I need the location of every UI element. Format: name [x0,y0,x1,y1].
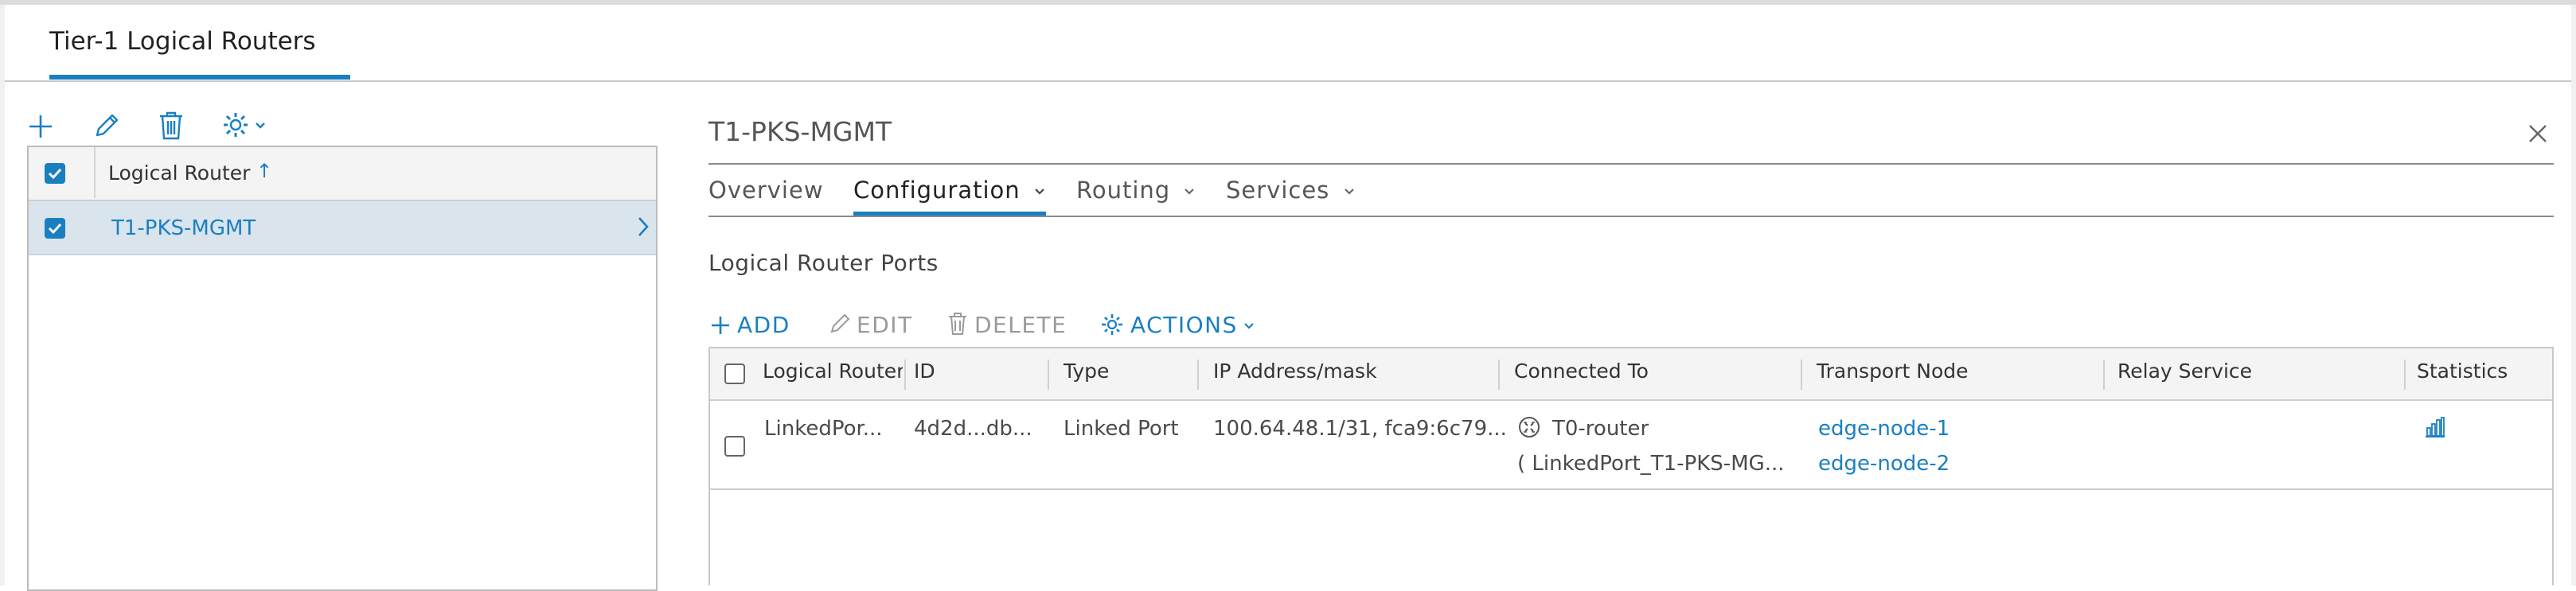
port-id: 4d2d...db... [914,417,1032,441]
logical-router-column-header[interactable]: Logical Router [108,161,250,185]
checkmark-icon [48,223,62,235]
edit-router-button[interactable] [92,111,121,140]
tab-routing[interactable]: Routing [1076,177,1196,204]
column-header-connected-to[interactable]: Connected To [1514,360,1649,383]
column-separator [94,147,96,198]
actions-menu-button[interactable]: ACTIONS [1100,312,1255,338]
page-title-underline [49,75,350,80]
actions-label: ACTIONS [1130,312,1238,338]
tab-overview[interactable]: Overview [708,177,824,204]
connected-port: ( LinkedPort_T1-PKS-MG... [1517,452,1785,476]
port-name: LinkedPor... [764,417,883,441]
router-row[interactable]: T1-PKS-MGMT [29,201,656,255]
left-border [0,5,5,585]
trash-icon [160,111,182,140]
router-list-grid: Logical Router ↑ T1-PKS-MGMT [27,146,658,591]
router-icon [1517,415,1541,439]
detail-title: T1-PKS-MGMT [708,116,892,147]
row-checkbox[interactable] [724,436,745,457]
row-checkbox[interactable] [45,218,65,239]
column-header-relay-service[interactable]: Relay Service [2117,360,2252,383]
gear-icon [1102,314,1122,335]
bar-chart-icon[interactable] [2423,415,2447,439]
column-separator [904,360,906,390]
connected-router: T0-router [1552,417,1649,441]
column-header-transport-node[interactable]: Transport Node [1817,360,1969,383]
router-list-header: Logical Router ↑ [29,147,656,201]
chevron-down-icon [1185,189,1195,195]
tab-configuration[interactable]: Configuration [853,177,1046,204]
settings-menu-button[interactable] [221,111,272,139]
select-all-ports-checkbox[interactable] [724,364,745,384]
column-separator [2103,360,2105,390]
top-border [0,0,2576,5]
column-separator [2404,360,2406,390]
gear-icon [224,113,265,137]
chevron-down-icon [1344,189,1354,195]
delete-port-button[interactable]: DELETE [947,312,1067,338]
sort-ascending-icon[interactable]: ↑ [256,160,272,182]
table-row[interactable]: LinkedPor... 4d2d...db... Linked Port 10… [710,401,2552,490]
column-header-id[interactable]: ID [914,360,935,383]
chevron-down-icon [1244,323,1254,329]
tab-services-label: Services [1226,177,1330,204]
delete-router-button[interactable] [158,111,185,141]
chevron-right-icon[interactable] [635,214,651,239]
detail-title-divider [708,163,2554,165]
delete-port-label: DELETE [974,312,1067,338]
column-header-type[interactable]: Type [1064,360,1109,383]
checkmark-icon [48,168,62,180]
pencil-icon [830,313,850,333]
select-all-checkbox[interactable] [45,163,65,184]
column-separator [1048,360,1049,390]
port-ip: 100.64.48.1/31, fca9:6c79... [1213,417,1507,441]
column-separator [1197,360,1199,390]
tab-configuration-label: Configuration [853,177,1021,204]
router-name[interactable]: T1-PKS-MGMT [111,216,256,240]
right-border [2571,5,2576,585]
add-port-label: ADD [737,312,790,338]
column-separator [1801,360,1802,390]
tabs-divider [708,216,2554,217]
column-header-statistics[interactable]: Statistics [2417,360,2508,383]
ports-grid-header: Logical Router ID Type IP Address/mask C… [710,348,2552,401]
column-header-ip[interactable]: IP Address/mask [1213,360,1377,383]
transport-node-link[interactable]: edge-node-1 [1818,417,1950,441]
add-router-button[interactable] [27,113,54,140]
port-type: Linked Port [1064,417,1179,441]
ports-grid: Logical Router ID Type IP Address/mask C… [708,347,2554,585]
trash-icon [949,313,966,335]
section-title: Logical Router Ports [708,250,939,276]
pencil-icon [96,114,119,137]
transport-node-link[interactable]: edge-node-2 [1818,452,1950,476]
edit-port-button[interactable]: EDIT [828,312,913,338]
add-port-button[interactable]: ADD [710,312,790,338]
chevron-down-icon [1035,189,1044,195]
page-title[interactable]: Tier-1 Logical Routers [49,27,316,56]
close-icon[interactable] [2527,122,2549,145]
column-separator [1498,360,1500,390]
tab-services[interactable]: Services [1226,177,1356,204]
tab-routing-label: Routing [1076,177,1171,204]
header-divider [5,80,2571,82]
plus-icon [29,115,52,138]
edit-port-label: EDIT [857,312,913,338]
plus-icon [712,317,729,334]
column-header-logical-router[interactable]: Logical Router [763,360,903,383]
